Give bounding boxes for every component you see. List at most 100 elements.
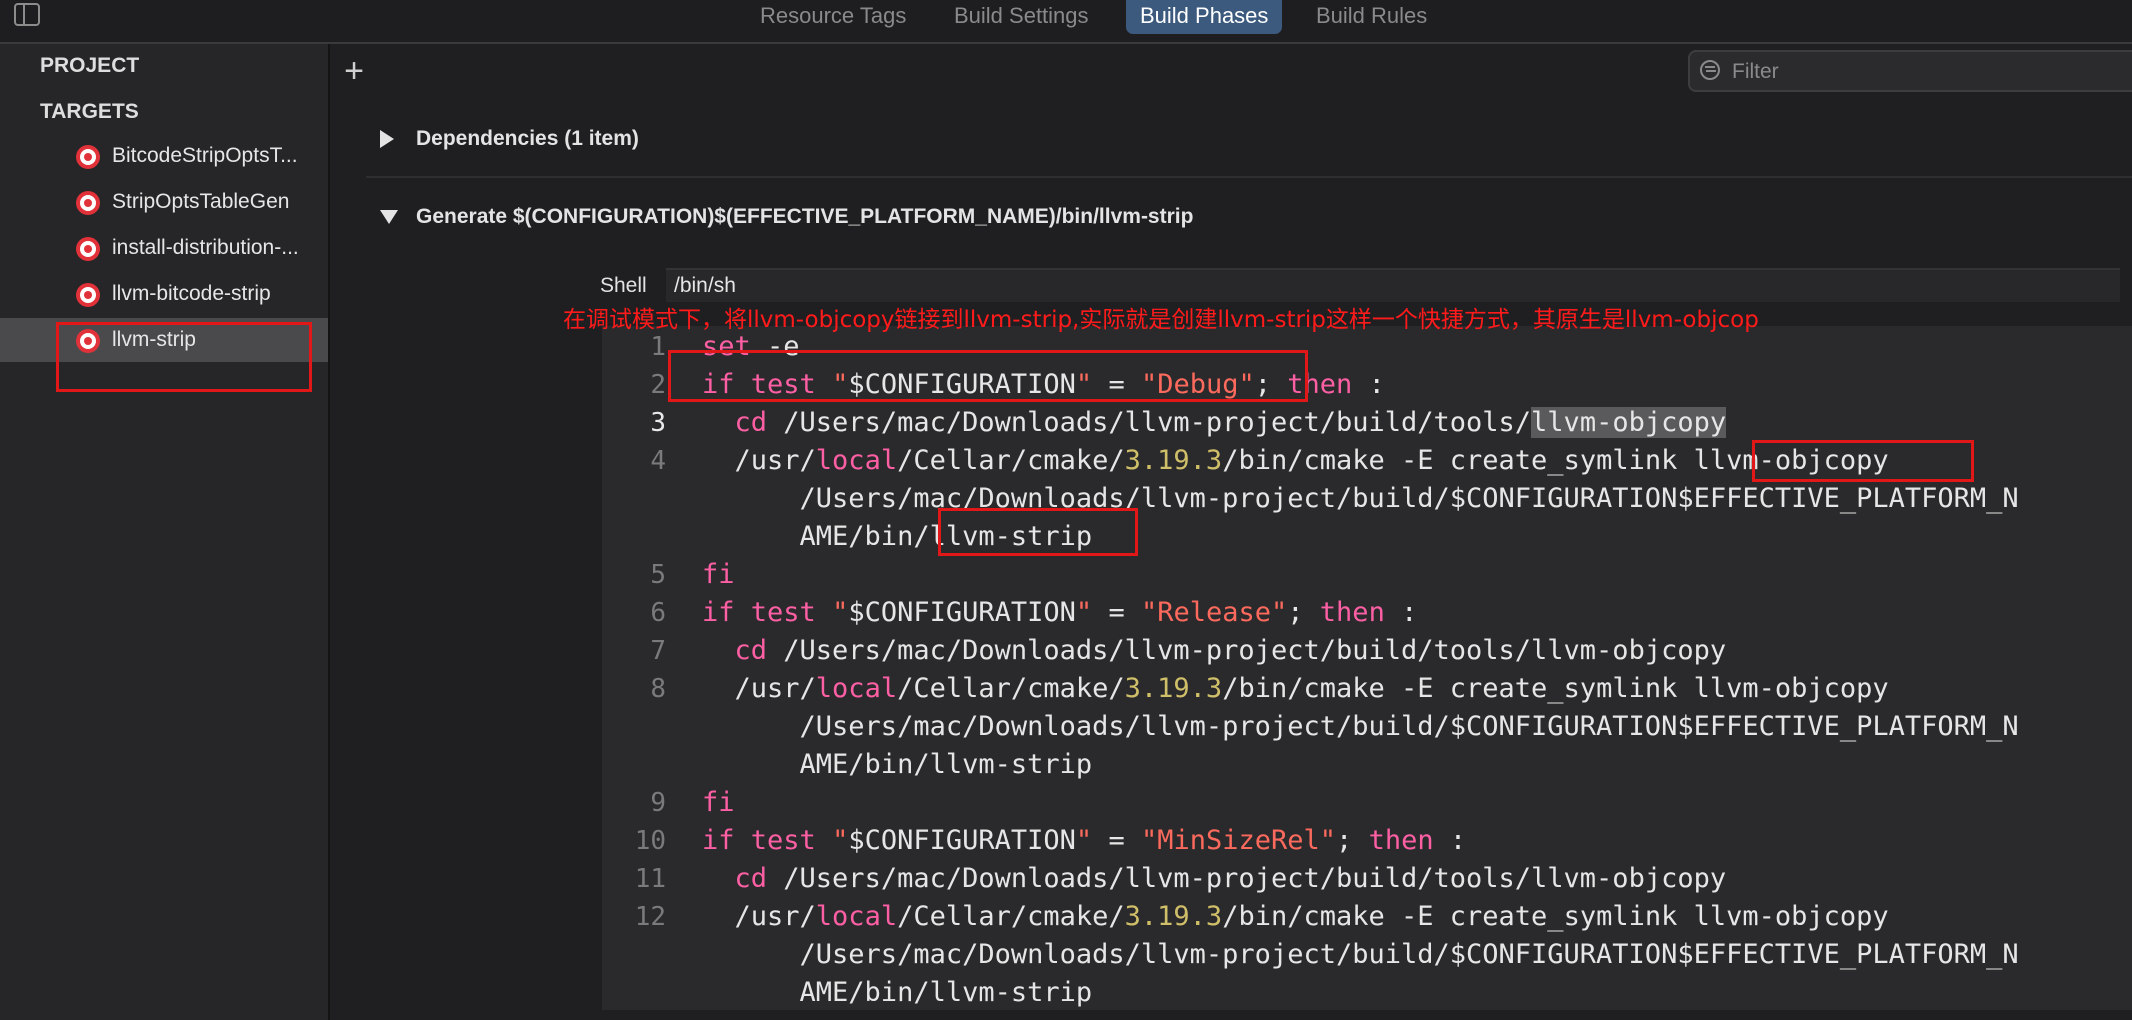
code-token: 3.19.3 (1124, 901, 1223, 932)
tab-build-rules[interactable]: Build Rules (1302, 0, 1441, 34)
code-text: /usr/local/Cellar/cmake/3.19.3/bin/cmake… (702, 898, 1889, 936)
line-number: 6 (650, 598, 666, 628)
filter-input[interactable] (1730, 56, 2114, 88)
code-line: AME/bin/llvm-strip (602, 518, 2132, 556)
code-line: /Users/mac/Downloads/llvm-project/build/… (602, 480, 2132, 518)
target-icon (76, 145, 100, 169)
code-token: cd (734, 407, 768, 438)
sidebar-item-target[interactable]: StripOptsTableGen (0, 180, 328, 224)
line-number: 10 (634, 826, 666, 856)
code-line: 10 if test "$CONFIGURATION" = "MinSizeRel… (602, 822, 2132, 860)
code-text: fi (702, 784, 735, 822)
code-token: " (1075, 597, 1093, 628)
code-token: " (832, 825, 849, 856)
line-number: 12 (634, 902, 666, 932)
sidebar-item-target[interactable]: install-distribution-... (0, 226, 328, 270)
tab-resource-tags[interactable]: Resource Tags (746, 0, 920, 34)
code-token: test (750, 825, 816, 856)
code-text: /Users/mac/Downloads/llvm-project/build/… (702, 708, 2019, 746)
script-editor[interactable]: 1 set -e 2 if test "$CONFIGURATION" = "Debu… (602, 326, 2132, 1010)
annotation-box-debug-condition (668, 350, 1308, 402)
code-token: "MinSizeRel" (1140, 825, 1337, 856)
code-token: /Users/mac/Downloads/llvm-project/build/… (702, 483, 2019, 514)
annotation-text: 在调试模式下，将llvm-objcopy链接到llvm-strip,实际就是创建… (563, 307, 1759, 333)
code-token: ; (1287, 597, 1320, 628)
project-section-header[interactable]: PROJECT (40, 54, 139, 78)
line-number: 8 (650, 674, 666, 704)
code-token: /usr/ (702, 901, 816, 932)
code-token: /Cellar/cmake/ (897, 901, 1125, 932)
code-text: /Users/mac/Downloads/llvm-project/build/… (702, 936, 2019, 974)
code-text: /usr/local/Cellar/cmake/3.19.3/bin/cmake… (702, 670, 1889, 708)
tab-build-settings[interactable]: Build Settings (940, 0, 1103, 34)
target-label: StripOptsTableGen (112, 190, 290, 213)
annotation-box-llvm-strip (938, 508, 1138, 556)
code-token: test (750, 597, 816, 628)
code-token: local (815, 901, 898, 932)
code-token: 3.19.3 (1124, 445, 1223, 476)
sidebar-item-target[interactable]: llvm-bitcode-strip (0, 272, 328, 316)
code-line: 5 fi (602, 556, 2132, 594)
code-line: /Users/mac/Downloads/llvm-project/build/… (602, 936, 2132, 974)
phase-divider (366, 176, 2132, 178)
code-text: fi (702, 556, 735, 594)
code-token: = (1092, 597, 1141, 628)
code-token: fi (702, 787, 735, 818)
disclosure-triangle-collapsed-icon[interactable] (380, 130, 394, 148)
code-line: 11 cd /Users/mac/Downloads/llvm-project/… (602, 860, 2132, 898)
code-token: AME/bin/llvm-strip (702, 749, 1093, 780)
code-token: "Release" (1140, 597, 1288, 628)
code-token: /bin/cmake -E create_symlink llvm-objcop… (1222, 673, 1889, 704)
code-token: /bin/cmake -E create_symlink llvm-objcop… (1222, 901, 1889, 932)
tab-build-phases[interactable]: Build Phases (1126, 0, 1283, 34)
code-text: cd /Users/mac/Downloads/llvm-project/bui… (702, 860, 1727, 898)
code-text: if test "$CONFIGURATION" = "Release"; th… (702, 594, 1417, 632)
code-token: = (1092, 825, 1141, 856)
target-label: install-distribution-... (112, 236, 299, 259)
code-line: 12 /usr/local/Cellar/cmake/3.19.3/bin/cm… (602, 898, 2132, 936)
code-token: cd (734, 863, 768, 894)
code-text: cd /Users/mac/Downloads/llvm-project/bui… (702, 404, 1727, 442)
code-token: /Cellar/cmake/ (897, 673, 1125, 704)
code-token: then (1319, 597, 1385, 628)
code-line: 7 cd /Users/mac/Downloads/llvm-project/b… (602, 632, 2132, 670)
code-text: /Users/mac/Downloads/llvm-project/build/… (702, 480, 2019, 518)
code-token: local (815, 673, 898, 704)
code-token: " (832, 597, 849, 628)
disclosure-triangle-expanded-icon[interactable] (380, 210, 398, 224)
code-token: : (1433, 825, 1467, 856)
code-token: fi (702, 559, 735, 590)
line-number: 4 (650, 446, 666, 476)
target-icon (76, 191, 100, 215)
annotation-box-objcopy (1752, 440, 1974, 482)
line-number: 11 (634, 864, 666, 894)
target-icon (76, 283, 100, 307)
code-line: 3 cd /Users/mac/Downloads/llvm-project/b… (602, 404, 2132, 442)
code-line: 8 /usr/local/Cellar/cmake/3.19.3/bin/cma… (602, 670, 2132, 708)
code-token: : (1352, 369, 1385, 400)
code-token: /Users/mac/Downloads/llvm-project/build/… (702, 939, 2019, 970)
code-token: cd (734, 635, 768, 666)
sidebar-toggle-icon[interactable] (14, 3, 40, 26)
code-token: 3.19.3 (1124, 673, 1223, 704)
code-token: $CONFIGURATION (848, 597, 1076, 628)
filter-field (1688, 50, 2132, 92)
line-number: 5 (650, 560, 666, 590)
run-script-phase-header[interactable]: Generate $(CONFIGURATION)$(EFFECTIVE_PLA… (416, 205, 1193, 229)
target-icon (76, 237, 100, 261)
code-token: /usr/ (702, 673, 816, 704)
dependencies-phase-header[interactable]: Dependencies (1 item) (416, 127, 639, 151)
shell-input[interactable] (666, 268, 2120, 302)
code-line: 6 if test "$CONFIGURATION" = "Release"; t… (602, 594, 2132, 632)
code-text: /usr/local/Cellar/cmake/3.19.3/bin/cmake… (702, 442, 1889, 480)
tab-bar: Resource Tags Build Settings Build Phase… (0, 0, 2132, 44)
add-phase-button[interactable]: + (340, 54, 368, 88)
annotation-box-selected-target (56, 322, 312, 392)
code-token: if (702, 597, 735, 628)
sidebar-item-target[interactable]: BitcodeStripOptsT... (0, 134, 328, 178)
code-line: /Users/mac/Downloads/llvm-project/build/… (602, 708, 2132, 746)
code-token: ; (1336, 825, 1369, 856)
